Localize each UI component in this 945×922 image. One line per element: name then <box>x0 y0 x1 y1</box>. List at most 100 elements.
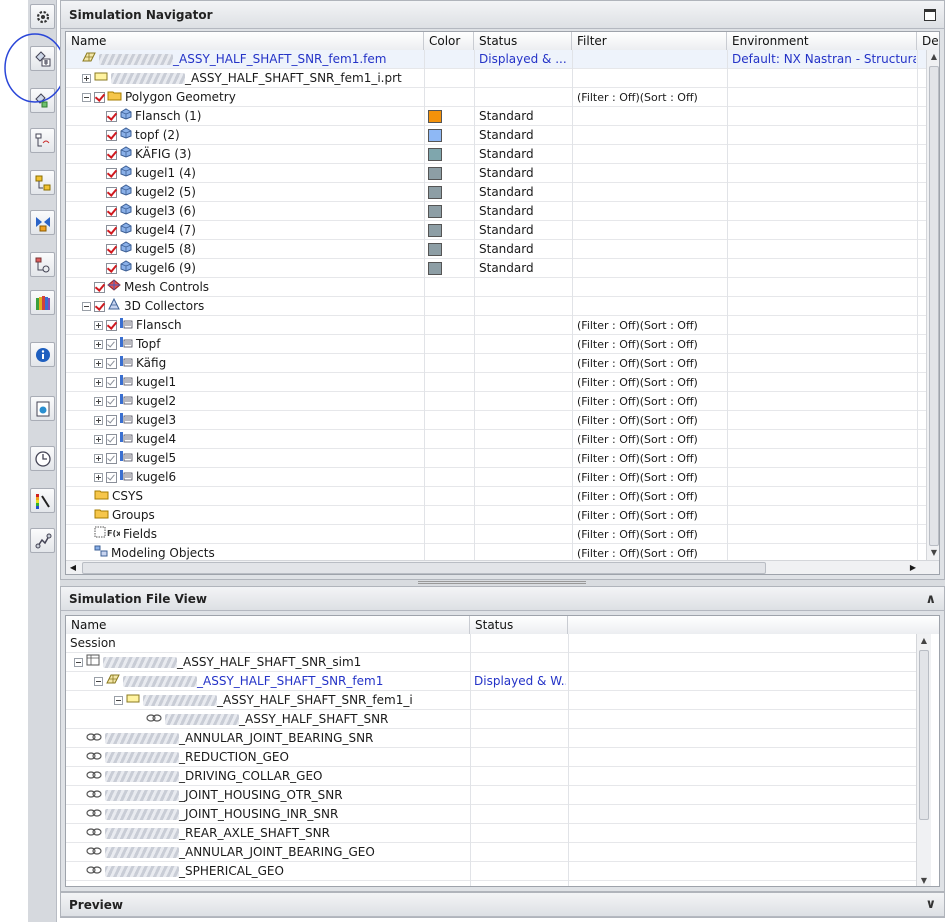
file-row[interactable]: Session <box>66 634 916 653</box>
expand-toggle-icon[interactable] <box>94 416 103 425</box>
visibility-checkbox[interactable] <box>106 168 117 179</box>
file-row[interactable]: _ASSY_HALF_SHAFT_SNR_sim1 <box>66 653 916 672</box>
visibility-checkbox[interactable] <box>106 130 117 141</box>
file-row[interactable]: _ASSY_HALF_SHAFT_SNR <box>66 710 916 729</box>
file-row[interactable]: _JOINT_HOUSING_INR_SNR <box>66 805 916 824</box>
collapse-toggle-icon[interactable] <box>82 302 91 311</box>
scroll-right-arrow[interactable]: ▶ <box>906 561 920 574</box>
navigator-row[interactable]: kugel5 (Filter : Off)(Sort : Off) <box>66 449 926 468</box>
navigator-row[interactable]: Topf (Filter : Off)(Sort : Off) <box>66 335 926 354</box>
column-header-name[interactable]: Name <box>66 616 470 634</box>
expand-toggle-icon[interactable] <box>94 473 103 482</box>
part-navigator-icon[interactable] <box>30 128 55 153</box>
navigator-row[interactable]: kugel1 (4) Standard <box>66 164 926 183</box>
navigator-row[interactable]: kugel2 (Filter : Off)(Sort : Off) <box>66 392 926 411</box>
maximize-icon[interactable] <box>924 9 936 21</box>
info-icon[interactable] <box>30 342 55 367</box>
visibility-checkbox[interactable] <box>106 320 117 331</box>
history-icon[interactable] <box>30 446 55 471</box>
column-header-status[interactable]: Status <box>474 32 572 50</box>
file-row[interactable]: _ANNULAR_JOINT_BEARING_SNR <box>66 729 916 748</box>
visibility-checkbox[interactable] <box>106 472 117 483</box>
color-swatch[interactable] <box>428 148 442 161</box>
file-row[interactable]: _REAR_AXLE_SHAFT_SNR <box>66 824 916 843</box>
color-swatch[interactable] <box>428 129 442 142</box>
visibility-checkbox[interactable] <box>106 111 117 122</box>
navigator-row[interactable]: kugel4 (7) Standard <box>66 221 926 240</box>
expand-toggle-icon[interactable] <box>94 397 103 406</box>
file-view-vertical-scrollbar[interactable]: ▲ ▼ <box>916 634 931 886</box>
navigator-row[interactable]: Polygon Geometry (Filter : Off)(Sort : Of… <box>66 88 926 107</box>
scroll-thumb[interactable] <box>919 650 929 820</box>
navigator-row[interactable]: kugel3 (6) Standard <box>66 202 926 221</box>
color-swatch[interactable] <box>428 243 442 256</box>
color-swatch[interactable] <box>428 110 442 123</box>
expand-toggle-icon[interactable] <box>94 359 103 368</box>
color-palette-icon[interactable] <box>30 488 55 513</box>
column-header-filter[interactable]: Filter <box>572 32 727 50</box>
expand-toggle-icon[interactable] <box>94 454 103 463</box>
scroll-down-arrow[interactable]: ▼ <box>917 874 931 886</box>
navigator-row[interactable]: Modeling Objects (Filter : Off)(Sort : Of… <box>66 544 926 560</box>
preview-header[interactable]: Preview <box>61 893 944 917</box>
collapse-toggle-icon[interactable] <box>74 658 83 667</box>
file-row[interactable]: _ASSY_HALF_SHAFT_SNR_fem1_i <box>66 691 916 710</box>
visibility-checkbox[interactable] <box>106 396 117 407</box>
collapse-toggle-icon[interactable] <box>82 93 91 102</box>
process-studio-icon[interactable] <box>30 528 55 553</box>
navigator-row[interactable]: kugel4 (Filter : Off)(Sort : Off) <box>66 430 926 449</box>
collapse-up-icon[interactable]: ∧ <box>925 592 936 607</box>
column-header-de[interactable]: De <box>917 32 939 50</box>
visibility-checkbox[interactable] <box>106 434 117 445</box>
expand-toggle-icon[interactable] <box>94 321 103 330</box>
scroll-thumb[interactable] <box>929 66 939 546</box>
collapse-toggle-icon[interactable] <box>114 696 123 705</box>
reuse-library-icon[interactable] <box>30 210 55 235</box>
visibility-checkbox[interactable] <box>106 415 117 426</box>
navigator-row[interactable]: 3D Collectors <box>66 297 926 316</box>
navigator-row[interactable]: kugel6 (Filter : Off)(Sort : Off) <box>66 468 926 487</box>
system-materials-icon[interactable] <box>30 252 55 277</box>
file-row[interactable]: _SPHERICAL_GEO <box>66 862 916 881</box>
file-row[interactable]: _JOINT_HOUSING_OTR_SNR <box>66 786 916 805</box>
file-row[interactable]: _DRIVING_COLLAR_GEO <box>66 767 916 786</box>
scroll-down-arrow[interactable]: ▼ <box>927 546 939 560</box>
scroll-left-arrow[interactable]: ◀ <box>66 561 80 574</box>
navigator-horizontal-scrollbar[interactable]: ◀ ▶ <box>66 560 939 574</box>
visibility-checkbox[interactable] <box>106 149 117 160</box>
column-header-status[interactable]: Status <box>470 616 568 634</box>
navigator-row[interactable]: F(x)Fields (Filter : Off)(Sort : Off) <box>66 525 926 544</box>
visibility-checkbox[interactable] <box>106 263 117 274</box>
expand-down-icon[interactable]: ∨ <box>925 897 936 912</box>
gear-icon[interactable] <box>30 4 55 29</box>
navigator-vertical-scrollbar[interactable]: ▲ ▼ <box>926 50 939 560</box>
column-header-name[interactable]: Name <box>66 32 424 50</box>
visibility-checkbox[interactable] <box>106 206 117 217</box>
horizontal-scroll-thumb[interactable] <box>82 562 766 574</box>
expand-toggle-icon[interactable] <box>94 378 103 387</box>
expand-toggle-icon[interactable] <box>94 340 103 349</box>
navigator-row[interactable]: _ASSY_HALF_SHAFT_SNR_fem1_i.prt <box>66 69 926 88</box>
visibility-checkbox[interactable] <box>106 453 117 464</box>
navigator-row[interactable]: kugel3 (Filter : Off)(Sort : Off) <box>66 411 926 430</box>
expand-toggle-icon[interactable] <box>82 74 91 83</box>
visibility-checkbox[interactable] <box>106 244 117 255</box>
color-swatch[interactable] <box>428 205 442 218</box>
visibility-checkbox[interactable] <box>106 225 117 236</box>
navigator-row[interactable]: kugel6 (9) Standard <box>66 259 926 278</box>
roles-icon[interactable] <box>30 290 55 315</box>
color-swatch[interactable] <box>428 262 442 275</box>
navigator-row[interactable]: Mesh Controls <box>66 278 926 297</box>
file-row[interactable]: _ANNULAR_JOINT_BEARING_GEO <box>66 843 916 862</box>
visibility-checkbox[interactable] <box>106 358 117 369</box>
navigator-row[interactable]: kugel5 (8) Standard <box>66 240 926 259</box>
scroll-up-arrow[interactable]: ▲ <box>927 50 939 64</box>
visibility-checkbox[interactable] <box>94 92 105 103</box>
navigator-row[interactable]: Käfig (Filter : Off)(Sort : Off) <box>66 354 926 373</box>
navigator-row[interactable]: Flansch (1) Standard <box>66 107 926 126</box>
constraint-navigator-icon[interactable] <box>30 170 55 195</box>
navigator-row[interactable]: kugel1 (Filter : Off)(Sort : Off) <box>66 373 926 392</box>
column-header-environment[interactable]: Environment <box>727 32 917 50</box>
column-header-color[interactable]: Color <box>424 32 474 50</box>
visibility-checkbox[interactable] <box>106 377 117 388</box>
